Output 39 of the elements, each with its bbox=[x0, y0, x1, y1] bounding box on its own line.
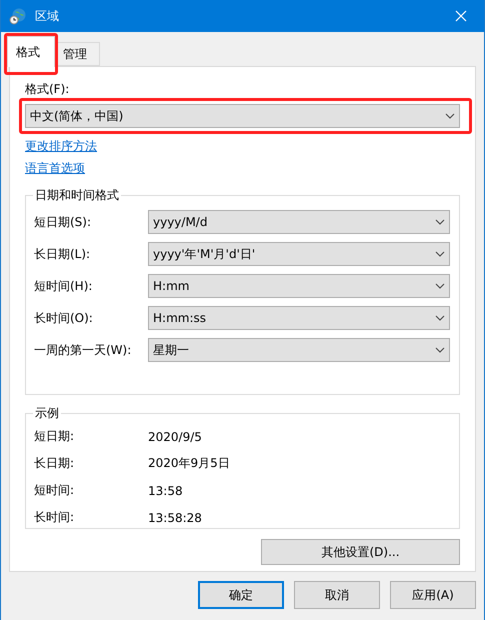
example-value: 13:58:28 bbox=[148, 510, 203, 524]
dropdown[interactable]: yyyy'年'M'月'd'日' bbox=[148, 242, 450, 266]
dropdown[interactable]: H:mm:ss bbox=[148, 306, 450, 330]
group-title: 示例 bbox=[34, 405, 60, 422]
field-label: 长时间(O): bbox=[34, 310, 94, 326]
dialog-button[interactable]: 应用(A) bbox=[390, 581, 476, 609]
chevron-down-icon bbox=[445, 113, 455, 119]
group-title: 日期和时间格式 bbox=[34, 187, 120, 204]
field-label: 一周的第一天(W): bbox=[34, 342, 132, 358]
tab[interactable]: 格式 bbox=[7, 36, 55, 67]
dialog-button[interactable]: 确定 bbox=[198, 581, 284, 609]
dropdown[interactable]: 星期一 bbox=[148, 338, 450, 362]
dropdown[interactable]: 中文(简体，中国) bbox=[25, 104, 460, 128]
chevron-down-icon bbox=[435, 315, 445, 321]
tab[interactable]: 管理 bbox=[56, 42, 100, 66]
additional-settings-button[interactable]: 其他设置(D)... bbox=[261, 539, 460, 565]
field-label: 短日期(S): bbox=[34, 214, 92, 230]
example-label: 短日期: bbox=[34, 428, 76, 445]
link[interactable]: 语言首选项 bbox=[25, 160, 85, 177]
close-icon bbox=[455, 10, 467, 22]
chevron-down-icon bbox=[435, 219, 445, 225]
dropdown[interactable]: H:mm bbox=[148, 274, 450, 298]
chevron-down-icon bbox=[435, 347, 445, 353]
field-label: 短时间(H): bbox=[34, 278, 94, 294]
example-label: 短时间: bbox=[34, 482, 76, 499]
field-label: 长日期(L): bbox=[34, 246, 92, 262]
dialog-button[interactable]: 取消 bbox=[294, 581, 380, 609]
link[interactable]: 更改排序方法 bbox=[25, 138, 97, 155]
chevron-down-icon bbox=[435, 251, 445, 257]
chevron-down-icon bbox=[435, 283, 445, 289]
example-value: 2020年9月5日 bbox=[148, 455, 231, 472]
example-label: 长日期: bbox=[34, 455, 76, 472]
globe-icon bbox=[9, 7, 27, 25]
field-label: 格式(F): bbox=[25, 81, 70, 98]
window-title: 区域 bbox=[35, 8, 60, 24]
example-label: 长时间: bbox=[34, 509, 76, 526]
dropdown[interactable]: yyyy/M/d bbox=[148, 210, 450, 234]
example-value: 13:58 bbox=[148, 484, 184, 498]
example-value: 2020/9/5 bbox=[148, 430, 203, 444]
